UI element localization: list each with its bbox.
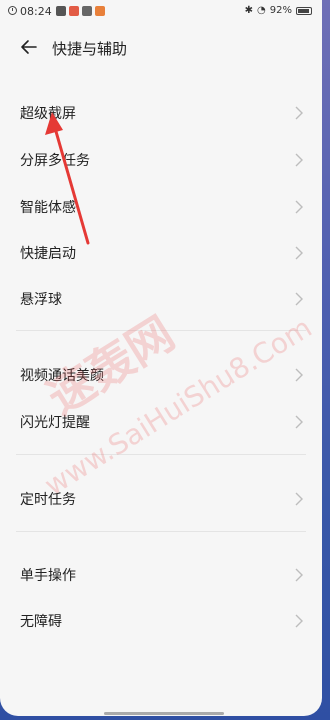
settings-item-floating-ball[interactable]: 悬浮球 (0, 276, 322, 322)
chevron-right-icon (295, 568, 303, 582)
status-time: 08:24 (20, 5, 52, 18)
settings-item-label: 闪光灯提醒 (20, 415, 90, 431)
chevron-right-icon (295, 246, 303, 260)
notification-icon (82, 6, 92, 16)
notification-icon (56, 6, 66, 16)
chevron-right-icon (295, 415, 303, 429)
bluetooth-icon: ✱ (244, 5, 254, 16)
section-divider (16, 454, 306, 455)
chevron-right-icon (295, 200, 303, 214)
settings-screen: 08:24 ✱ ◔ 92% 快捷与辅助 超级截屏 分屏多任务 智能体感 快捷启动… (0, 0, 322, 716)
settings-item-split-screen[interactable]: 分屏多任务 (0, 137, 322, 183)
chevron-right-icon (295, 492, 303, 506)
chevron-right-icon (295, 292, 303, 306)
settings-item-label: 分屏多任务 (20, 153, 90, 169)
settings-item-scheduled-tasks[interactable]: 定时任务 (0, 476, 322, 522)
clock-icon (8, 6, 17, 15)
wifi-icon: ◔ (257, 5, 266, 16)
page-title: 快捷与辅助 (52, 40, 128, 58)
settings-item-label: 快捷启动 (20, 246, 76, 262)
settings-item-label: 无障碍 (20, 614, 62, 630)
settings-item-video-beauty[interactable]: 视频通话美颜 (0, 352, 322, 398)
settings-item-label: 智能体感 (20, 200, 76, 216)
settings-item-flash-reminder[interactable]: 闪光灯提醒 (0, 399, 322, 445)
settings-item-one-hand[interactable]: 单手操作 (0, 552, 322, 598)
chevron-right-icon (295, 153, 303, 167)
settings-item-super-screenshot[interactable]: 超级截屏 (0, 90, 322, 136)
settings-item-label: 单手操作 (20, 568, 76, 584)
chevron-right-icon (295, 368, 303, 382)
settings-item-label: 悬浮球 (20, 292, 62, 308)
status-bar: 08:24 ✱ ◔ 92% (0, 0, 322, 24)
battery-icon (296, 6, 312, 15)
status-right: ✱ ◔ 92% (245, 5, 312, 16)
settings-item-accessibility[interactable]: 无障碍 (0, 598, 322, 644)
settings-item-quick-launch[interactable]: 快捷启动 (0, 230, 322, 276)
chevron-right-icon (295, 614, 303, 628)
back-arrow-icon[interactable] (20, 38, 38, 56)
section-divider (16, 531, 306, 532)
notification-icon (69, 6, 79, 16)
settings-item-label: 视频通话美颜 (20, 368, 104, 384)
settings-item-smart-motion[interactable]: 智能体感 (0, 184, 322, 230)
home-indicator[interactable] (104, 712, 224, 715)
settings-item-label: 超级截屏 (20, 106, 76, 122)
settings-item-label: 定时任务 (20, 492, 76, 508)
notification-icon (95, 6, 105, 16)
section-divider (16, 330, 306, 331)
chevron-right-icon (295, 106, 303, 120)
header: 快捷与辅助 (0, 30, 322, 64)
battery-percent: 92% (269, 5, 292, 16)
